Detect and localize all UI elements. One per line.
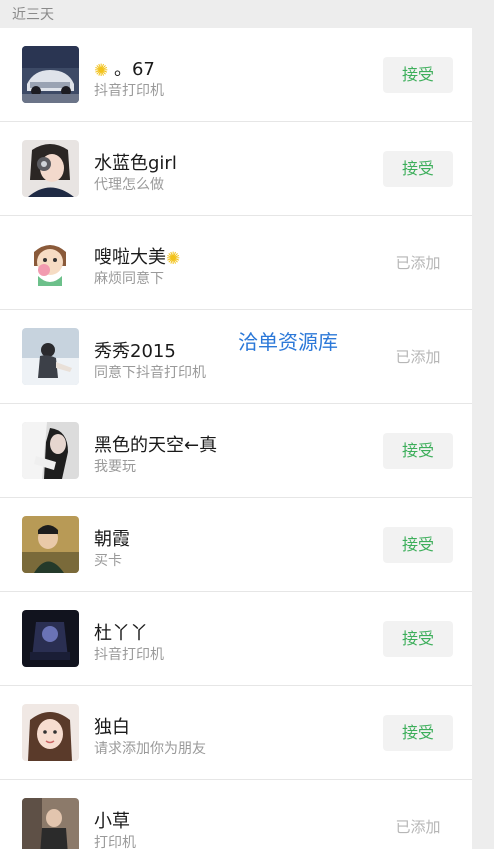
accept-button[interactable]: 接受 [383, 151, 453, 187]
new-friends-page: 近三天 ✺ 。67 抖音打印机 接受 水蓝色girl 代理怎么做 接受 嗖啦大美… [0, 0, 494, 849]
request-name: 朝霞 [94, 529, 130, 550]
accept-button[interactable]: 接受 [383, 527, 453, 563]
avatar[interactable] [22, 140, 79, 197]
request-name: 秀秀2015 [94, 341, 176, 362]
request-name-text: 嗖啦大美 [94, 247, 166, 268]
added-status: 已添加 [395, 348, 441, 366]
section-header: 近三天 [0, 0, 494, 28]
request-name: 杜丫丫 [94, 623, 148, 644]
avatar[interactable] [22, 46, 79, 103]
sun-icon: ✺ [166, 249, 181, 269]
watermark-text: 洽单资源库 [238, 330, 338, 354]
avatar[interactable] [22, 328, 79, 385]
avatar[interactable] [22, 516, 79, 573]
request-message: 抖音打印机 [94, 83, 164, 99]
request-name-text: 。67 [113, 59, 155, 80]
accept-button[interactable]: 接受 [383, 621, 453, 657]
sun-icon: ✺ [94, 61, 109, 81]
friend-request-list: ✺ 。67 抖音打印机 接受 水蓝色girl 代理怎么做 接受 嗖啦大美✺ 麻烦… [0, 28, 472, 849]
request-name: 小草 [94, 811, 130, 832]
friend-request-row[interactable]: 朝霞 买卡 接受 [0, 498, 472, 592]
avatar[interactable] [22, 234, 79, 291]
friend-request-row[interactable]: 嗖啦大美✺ 麻烦同意下 已添加 [0, 216, 472, 310]
friend-request-row[interactable]: 秀秀2015 同意下抖音打印机 已添加 [0, 310, 472, 404]
accept-button[interactable]: 接受 [383, 57, 453, 93]
friend-request-row[interactable]: ✺ 。67 抖音打印机 接受 [0, 28, 472, 122]
request-message: 麻烦同意下 [94, 271, 164, 287]
avatar[interactable] [22, 422, 79, 479]
request-message: 打印机 [94, 835, 136, 849]
request-name: ✺ 。67 [94, 55, 155, 81]
added-status: 已添加 [395, 254, 441, 272]
request-message: 请求添加你为朋友 [94, 741, 206, 757]
request-message: 抖音打印机 [94, 647, 164, 663]
friend-request-row[interactable]: 水蓝色girl 代理怎么做 接受 [0, 122, 472, 216]
friend-request-row[interactable]: 独白 请求添加你为朋友 接受 [0, 686, 472, 780]
friend-request-row[interactable]: 杜丫丫 抖音打印机 接受 [0, 592, 472, 686]
request-name: 嗖啦大美✺ [94, 243, 180, 269]
request-name: 独白 [94, 717, 130, 738]
request-message: 代理怎么做 [94, 177, 164, 193]
avatar[interactable] [22, 704, 79, 761]
request-message: 买卡 [94, 553, 122, 569]
request-message: 我要玩 [94, 459, 136, 475]
request-message: 同意下抖音打印机 [94, 365, 206, 381]
avatar[interactable] [22, 610, 79, 667]
request-name: 水蓝色girl [94, 153, 177, 174]
accept-button[interactable]: 接受 [383, 433, 453, 469]
friend-request-row[interactable]: 黑色的天空←真 我要玩 接受 [0, 404, 472, 498]
added-status: 已添加 [395, 818, 441, 836]
friend-request-row[interactable]: 小草 打印机 已添加 [0, 780, 472, 849]
request-name: 黑色的天空←真 [94, 435, 218, 456]
accept-button[interactable]: 接受 [383, 715, 453, 751]
avatar[interactable] [22, 798, 79, 849]
